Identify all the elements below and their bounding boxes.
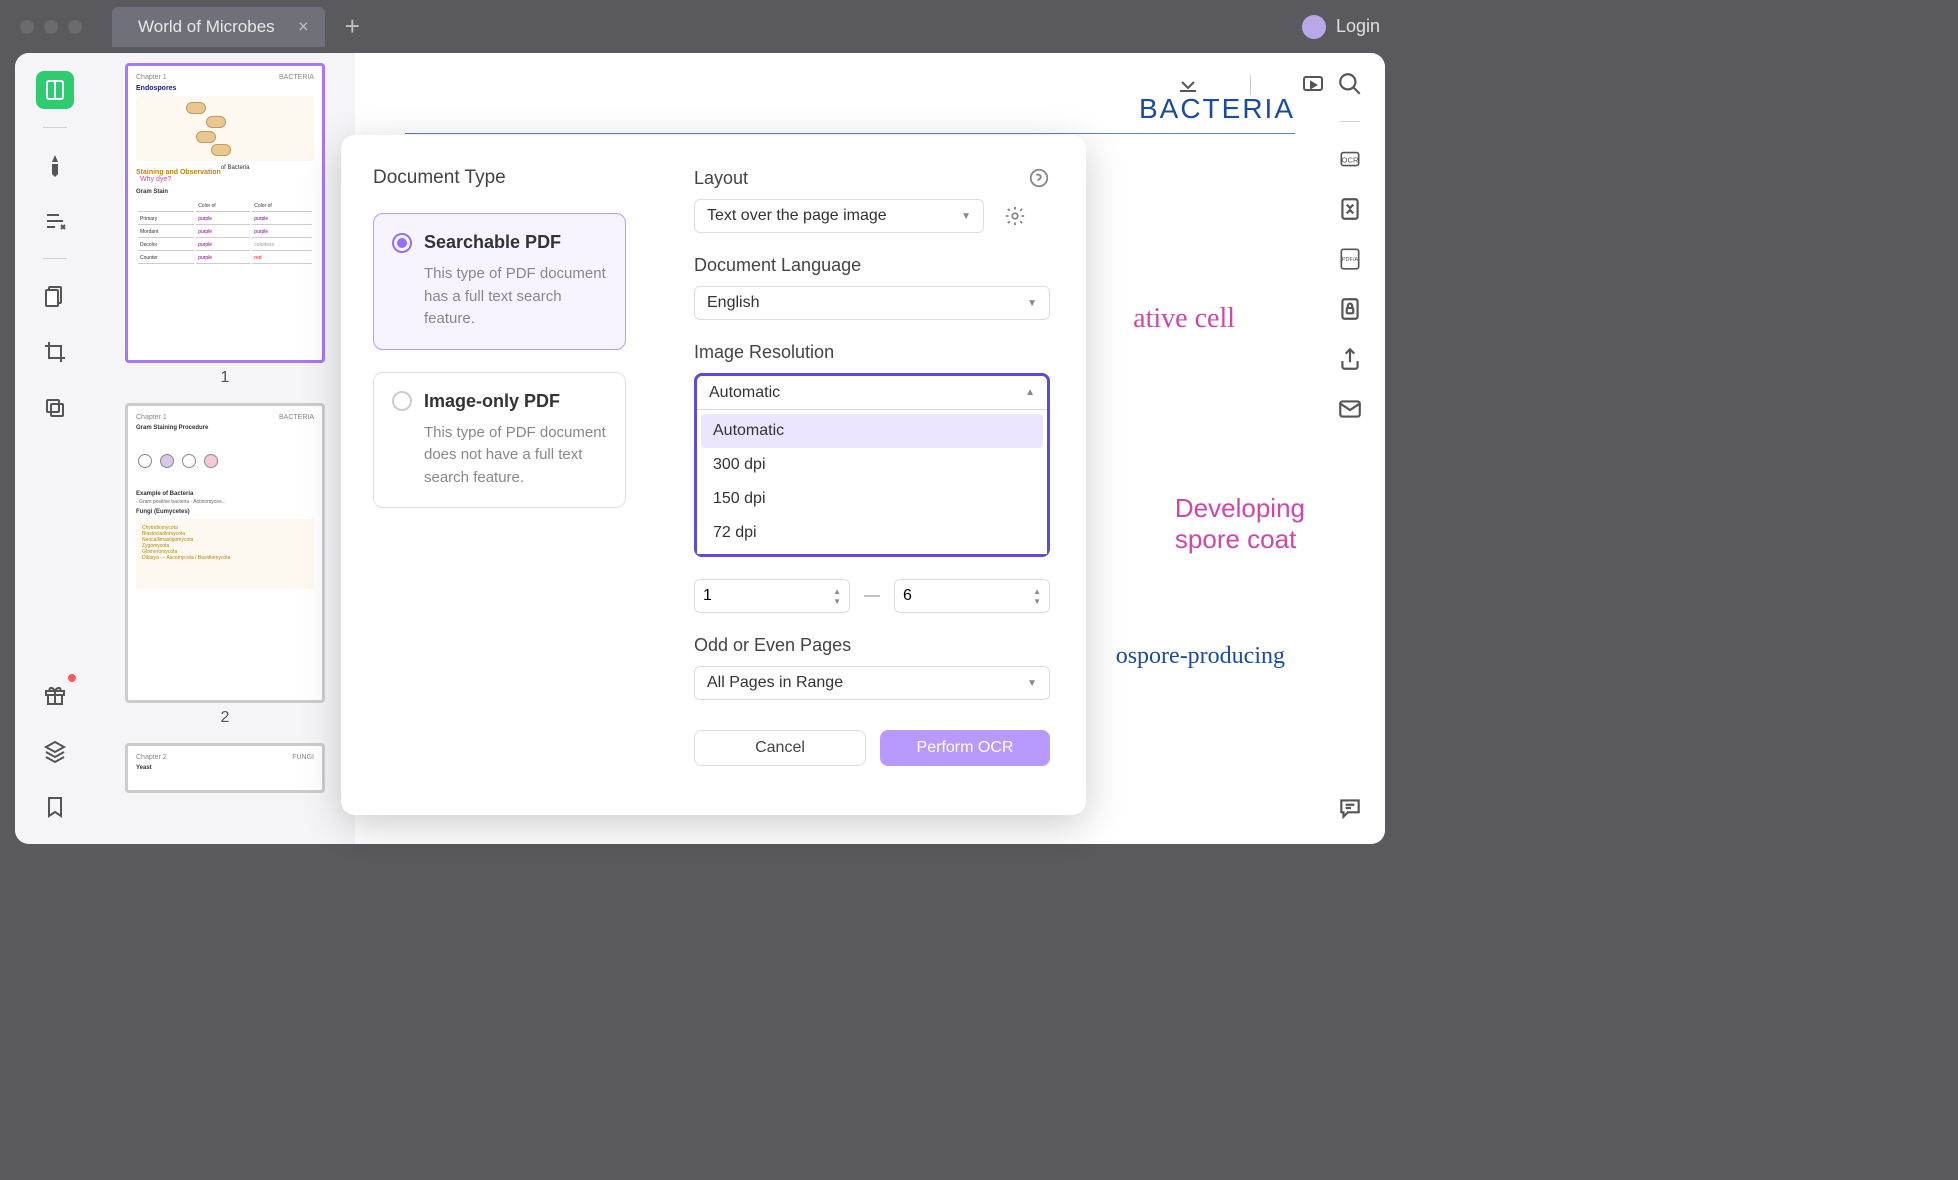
doc-header-bacteria: BACTERIA: [405, 93, 1335, 125]
layout-label: Layout: [694, 168, 748, 189]
page-range-from[interactable]: 1 ▲▼: [694, 579, 850, 613]
image-only-pdf-label: Image-only PDF: [424, 391, 560, 412]
annotation-vegetative-cell: ative cell: [1133, 303, 1235, 335]
searchable-pdf-label: Searchable PDF: [424, 232, 561, 253]
page-range-to[interactable]: 6 ▲▼: [894, 579, 1050, 613]
language-label: Document Language: [694, 255, 861, 276]
odd-even-select[interactable]: All Pages in Range ▼: [694, 666, 1050, 700]
page-number-1: 1: [105, 369, 345, 387]
resolution-option-72[interactable]: 72 dpi: [701, 516, 1043, 550]
minimize-window[interactable]: [44, 20, 58, 34]
perform-ocr-button[interactable]: Perform OCR: [880, 730, 1050, 766]
share-icon[interactable]: [1337, 346, 1363, 372]
spinner-arrows-icon[interactable]: ▲▼: [1033, 587, 1041, 606]
avatar-icon: [1302, 15, 1326, 39]
layout-value: Text over the page image: [707, 207, 887, 225]
document-tab[interactable]: World of Microbes ×: [112, 7, 325, 47]
cancel-button[interactable]: Cancel: [694, 730, 866, 766]
highlighter-icon[interactable]: [36, 146, 74, 184]
thumbnail-2[interactable]: Chapter 1BACTERIA Gram Staining Procedur…: [105, 403, 345, 727]
copy-icon[interactable]: [36, 389, 74, 427]
reader-mode-icon[interactable]: [36, 71, 74, 109]
chevron-down-icon: ▼: [1027, 298, 1037, 309]
crop-icon[interactable]: [36, 333, 74, 371]
doc-text-producing: ospore-producing: [1116, 643, 1285, 670]
document-type-heading: Document Type: [373, 167, 626, 189]
help-icon[interactable]: [1028, 167, 1050, 189]
page-number-2: 2: [105, 709, 345, 727]
mail-icon[interactable]: [1337, 396, 1363, 422]
language-select[interactable]: English ▼: [694, 286, 1050, 320]
chevron-down-icon[interactable]: [1176, 73, 1200, 97]
searchable-pdf-desc: This type of PDF document has a full tex…: [392, 263, 607, 331]
odd-even-label: Odd or Even Pages: [694, 635, 851, 656]
bookmark-icon[interactable]: [36, 788, 74, 826]
search-icon[interactable]: [1337, 71, 1363, 97]
login-button[interactable]: Login: [1302, 15, 1380, 39]
new-tab-button[interactable]: +: [345, 11, 360, 42]
layout-select[interactable]: Text over the page image ▼: [694, 199, 984, 233]
resolution-label: Image Resolution: [694, 342, 834, 363]
spinner-arrows-icon[interactable]: ▲▼: [833, 587, 841, 606]
notification-badge: [68, 674, 76, 682]
login-label: Login: [1336, 16, 1380, 37]
language-value: English: [707, 294, 759, 312]
range-dash: —: [864, 587, 880, 605]
top-toolbar-right: [1176, 73, 1325, 97]
range-from-value: 1: [703, 587, 712, 605]
close-window[interactable]: [20, 20, 34, 34]
gift-icon[interactable]: [36, 676, 74, 714]
thumbnail-panel: Chapter 1BACTERIA Endospores Staining an…: [95, 53, 355, 844]
pages-icon[interactable]: [36, 277, 74, 315]
maximize-window[interactable]: [68, 20, 82, 34]
doc-type-searchable[interactable]: Searchable PDF This type of PDF document…: [373, 213, 626, 350]
thumbnail-3[interactable]: Chapter 2FUNGI Yeast: [105, 743, 345, 793]
range-to-value: 6: [903, 587, 912, 605]
settings-gear-icon[interactable]: [1004, 205, 1026, 227]
svg-text:OCR: OCR: [1342, 155, 1359, 164]
lock-icon[interactable]: [1337, 296, 1363, 322]
close-tab-icon[interactable]: ×: [298, 16, 309, 37]
titlebar: World of Microbes × + Login: [0, 0, 1400, 53]
resolution-value: Automatic: [709, 384, 780, 402]
chevron-up-icon: ▲: [1025, 387, 1035, 398]
resolution-option-150[interactable]: 150 dpi: [701, 482, 1043, 516]
tab-title: World of Microbes: [138, 17, 275, 36]
annotation-spore-coat: Developing spore coat: [1175, 493, 1305, 555]
radio-unselected-icon: [392, 391, 412, 411]
chevron-down-icon: ▼: [1027, 678, 1037, 689]
thumbnail-1[interactable]: Chapter 1BACTERIA Endospores Staining an…: [105, 63, 345, 387]
resolution-options-list: Automatic 300 dpi 150 dpi 72 dpi: [697, 410, 1047, 554]
pdfa-icon[interactable]: PDF/A: [1337, 246, 1363, 272]
edit-text-icon[interactable]: [36, 202, 74, 240]
left-toolbar: [15, 53, 95, 844]
chevron-down-icon: ▼: [961, 211, 971, 222]
image-only-pdf-desc: This type of PDF document does not have …: [392, 422, 607, 490]
convert-icon[interactable]: [1337, 196, 1363, 222]
resolution-select[interactable]: Automatic ▲: [697, 376, 1047, 410]
layers-icon[interactable]: [36, 732, 74, 770]
resolution-option-automatic[interactable]: Automatic: [701, 414, 1043, 448]
window-controls: [0, 20, 102, 34]
doc-type-image-only[interactable]: Image-only PDF This type of PDF document…: [373, 372, 626, 509]
right-toolbar: OCR PDF/A: [1315, 53, 1385, 844]
odd-even-value: All Pages in Range: [707, 674, 843, 692]
svg-text:PDF/A: PDF/A: [1342, 257, 1358, 263]
ocr-icon[interactable]: OCR: [1337, 146, 1363, 172]
resolution-option-300[interactable]: 300 dpi: [701, 448, 1043, 482]
radio-selected-icon: [392, 233, 412, 253]
ocr-dialog: Document Type Searchable PDF This type o…: [341, 135, 1086, 815]
resolution-dropdown-open: Automatic ▲ Automatic 300 dpi 150 dpi 72…: [694, 373, 1050, 557]
comment-icon[interactable]: [1337, 795, 1363, 821]
